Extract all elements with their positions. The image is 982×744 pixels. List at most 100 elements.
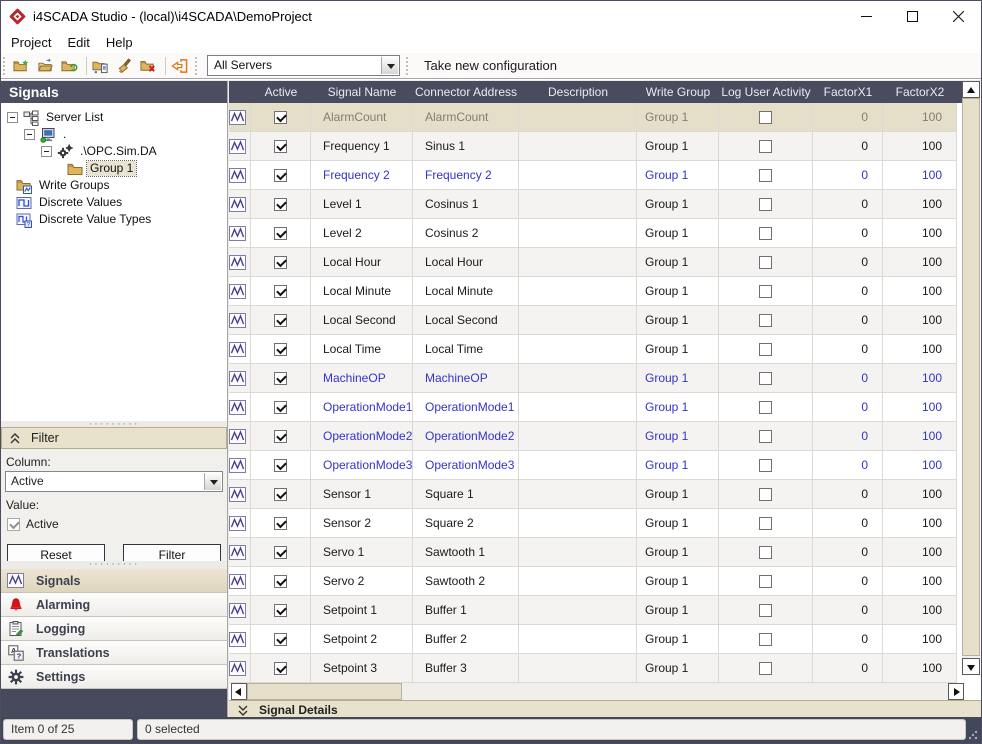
maximize-button[interactable]: [889, 1, 935, 31]
row-icon-cell[interactable]: [229, 393, 251, 422]
connector-cell[interactable]: AlarmCount: [413, 103, 519, 132]
write-group-cell[interactable]: Group 1: [637, 132, 719, 161]
factor-x2-cell[interactable]: 100: [883, 248, 957, 277]
signal-cell[interactable]: Local Time: [311, 335, 413, 364]
signal-cell[interactable]: Sensor 1: [311, 480, 413, 509]
factor-x2-cell[interactable]: 100: [883, 277, 957, 306]
close-button[interactable]: [935, 1, 981, 31]
row-icon-cell[interactable]: [229, 132, 251, 161]
write-group-cell[interactable]: Group 1: [637, 364, 719, 393]
signal-cell[interactable]: OperationMode3: [311, 451, 413, 480]
clean-button[interactable]: [114, 55, 138, 77]
tree-item-server-list[interactable]: Server List: [1, 109, 227, 126]
factor-x1-cell[interactable]: 0: [813, 335, 883, 364]
factor-x1-cell[interactable]: 0: [813, 161, 883, 190]
write-group-cell[interactable]: Group 1: [637, 248, 719, 277]
row-icon-cell[interactable]: [229, 219, 251, 248]
log-user-activity-checkbox[interactable]: [759, 575, 772, 588]
factor-x1-cell[interactable]: 0: [813, 538, 883, 567]
factor-x2-cell[interactable]: 100: [883, 393, 957, 422]
log-user-activity-checkbox[interactable]: [759, 343, 772, 356]
row-icon-cell[interactable]: [229, 190, 251, 219]
log-user-activity-checkbox[interactable]: [759, 111, 772, 124]
grid-row[interactable]: Local SecondLocal SecondGroup 10100: [229, 306, 957, 335]
active-checkbox[interactable]: [274, 285, 287, 298]
server-selector[interactable]: All Servers: [207, 55, 400, 76]
factor-x1-cell[interactable]: 0: [813, 132, 883, 161]
signal-cell[interactable]: Local Minute: [311, 277, 413, 306]
active-checkbox[interactable]: [274, 343, 287, 356]
active-checkbox[interactable]: [274, 140, 287, 153]
factor-x2-cell[interactable]: 100: [883, 190, 957, 219]
factor-x1-cell[interactable]: 0: [813, 596, 883, 625]
nav-item-alarming[interactable]: Alarming: [1, 593, 227, 617]
factor-x2-cell[interactable]: 100: [883, 451, 957, 480]
grid-row[interactable]: Local MinuteLocal MinuteGroup 10100: [229, 277, 957, 306]
row-icon-cell[interactable]: [229, 161, 251, 190]
active-checkbox[interactable]: [274, 372, 287, 385]
chevron-down-icon[interactable]: [204, 473, 221, 490]
description-cell[interactable]: [519, 190, 637, 219]
tree-collapse-icon[interactable]: [24, 129, 35, 140]
row-icon-cell[interactable]: [229, 103, 251, 132]
log-user-activity-checkbox[interactable]: [759, 401, 772, 414]
grid-row[interactable]: MachineOPMachineOPGroup 10100: [229, 364, 957, 393]
connector-cell[interactable]: OperationMode1: [413, 393, 519, 422]
write-group-cell[interactable]: Group 1: [637, 567, 719, 596]
active-checkbox[interactable]: [274, 517, 287, 530]
grid-row[interactable]: OperationMode1OperationMode1Group 10100: [229, 393, 957, 422]
open-project-button[interactable]: [35, 55, 59, 77]
factor-x1-cell[interactable]: 0: [813, 480, 883, 509]
active-checkbox[interactable]: [274, 575, 287, 588]
nav-item-signals[interactable]: Signals: [1, 569, 227, 593]
signal-cell[interactable]: Frequency 2: [311, 161, 413, 190]
description-cell[interactable]: [519, 422, 637, 451]
filter-value-checkbox[interactable]: [7, 518, 20, 531]
grid-row[interactable]: Setpoint 2Buffer 2Group 10100: [229, 625, 957, 654]
nav-item-settings[interactable]: Settings: [1, 665, 227, 689]
active-checkbox[interactable]: [274, 604, 287, 617]
tree-collapse-icon[interactable]: [7, 112, 18, 123]
nav-item-logging[interactable]: Logging: [1, 617, 227, 641]
reload-project-button[interactable]: [59, 55, 83, 77]
write-group-cell[interactable]: Group 1: [637, 190, 719, 219]
description-cell[interactable]: [519, 567, 637, 596]
connector-cell[interactable]: Sinus 1: [413, 132, 519, 161]
row-icon-cell[interactable]: [229, 364, 251, 393]
connector-cell[interactable]: Cosinus 1: [413, 190, 519, 219]
signal-cell[interactable]: AlarmCount: [311, 103, 413, 132]
factor-x1-cell[interactable]: 0: [813, 422, 883, 451]
write-group-cell[interactable]: Group 1: [637, 103, 719, 132]
connector-cell[interactable]: OperationMode3: [413, 451, 519, 480]
deploy-button[interactable]: [90, 55, 114, 77]
column-header[interactable]: Signal Name: [311, 81, 413, 103]
signal-cell[interactable]: Servo 2: [311, 567, 413, 596]
column-header[interactable]: Active: [251, 81, 311, 103]
row-icon-cell[interactable]: [229, 567, 251, 596]
factor-x2-cell[interactable]: 100: [883, 132, 957, 161]
column-header[interactable]: Write Group: [637, 81, 719, 103]
signal-cell[interactable]: Local Hour: [311, 248, 413, 277]
filter-column-select[interactable]: Active: [5, 471, 223, 492]
connector-cell[interactable]: OperationMode2: [413, 422, 519, 451]
column-header[interactable]: Connector Address: [413, 81, 519, 103]
connector-cell[interactable]: Sawtooth 1: [413, 538, 519, 567]
filter-nav-splitter[interactable]: [1, 561, 227, 569]
active-checkbox[interactable]: [274, 459, 287, 472]
row-icon-cell[interactable]: [229, 654, 251, 683]
factor-x2-cell[interactable]: 100: [883, 219, 957, 248]
active-checkbox[interactable]: [274, 633, 287, 646]
column-header[interactable]: Description: [519, 81, 637, 103]
connector-cell[interactable]: Square 2: [413, 509, 519, 538]
scroll-left-icon[interactable]: [231, 683, 247, 700]
connector-cell[interactable]: Buffer 2: [413, 625, 519, 654]
vertical-scrollbar[interactable]: [962, 81, 980, 675]
row-icon-cell[interactable]: [229, 538, 251, 567]
scroll-up-icon[interactable]: [962, 81, 980, 98]
signal-cell[interactable]: Sensor 2: [311, 509, 413, 538]
tree-item-folder[interactable]: Group 1: [1, 160, 227, 177]
write-group-cell[interactable]: Group 1: [637, 625, 719, 654]
grid-row[interactable]: Frequency 2Frequency 2Group 10100: [229, 161, 957, 190]
signal-cell[interactable]: Frequency 1: [311, 132, 413, 161]
chevron-down-icon[interactable]: [381, 57, 398, 74]
